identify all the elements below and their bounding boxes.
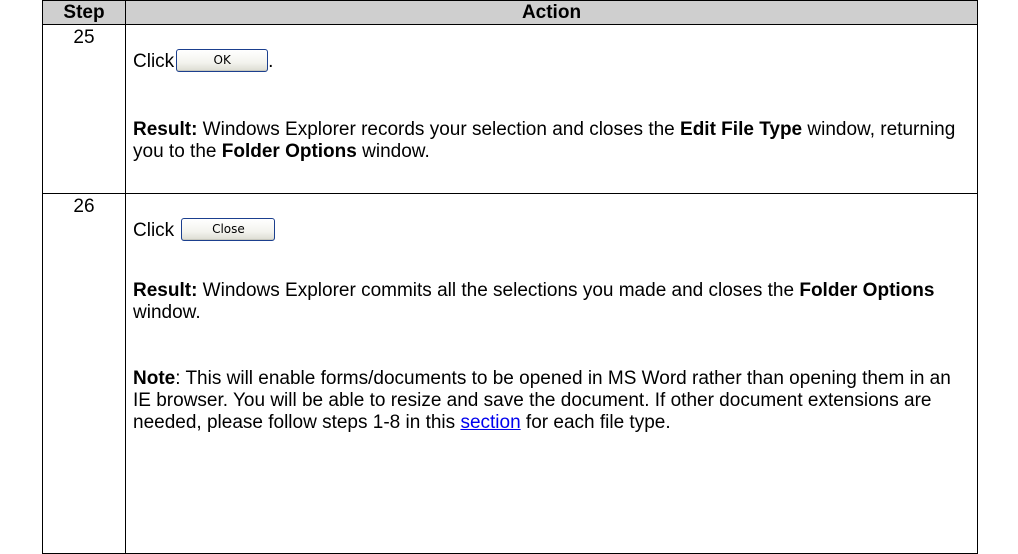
window-name: Edit File Type bbox=[680, 119, 803, 140]
document-page: Step Action 25 Click OK. Result: Windows … bbox=[0, 0, 1018, 554]
section-link[interactable]: section bbox=[460, 412, 520, 433]
note-label: Note bbox=[133, 368, 176, 389]
window-name: Folder Options bbox=[221, 141, 357, 162]
window-name: Folder Options bbox=[799, 280, 935, 301]
action-cell: Click Close Result: Windows Explorer com… bbox=[125, 193, 978, 554]
note-text: for each file type. bbox=[520, 412, 671, 433]
result-text: Windows Explorer records your selection … bbox=[197, 119, 681, 140]
table-row: 25 Click OK. Result: Windows Explorer rec… bbox=[42, 24, 978, 194]
table-row: 26 Click Close Result: Windows Explorer … bbox=[42, 193, 978, 554]
click-label: Click bbox=[133, 51, 175, 72]
trailing-period: . bbox=[268, 51, 274, 72]
step-number: 26 bbox=[42, 193, 126, 554]
step-number: 25 bbox=[42, 24, 126, 194]
steps-table: Step Action 25 Click OK. Result: Windows … bbox=[42, 0, 978, 554]
close-button-image: Close bbox=[181, 218, 276, 241]
result-text: window. bbox=[133, 302, 201, 323]
click-instruction: Click OK. bbox=[133, 43, 969, 73]
result-text: window. bbox=[356, 141, 430, 162]
step-column-header: Step bbox=[42, 0, 126, 25]
table-header-row: Step Action bbox=[42, 0, 978, 25]
result-paragraph: Result: Windows Explorer commits all the… bbox=[133, 280, 969, 324]
result-label: Result: bbox=[133, 280, 198, 301]
result-label: Result: bbox=[133, 119, 198, 140]
action-column-header: Action bbox=[125, 0, 978, 25]
click-label: Click bbox=[133, 220, 175, 241]
action-cell: Click OK. Result: Windows Explorer record… bbox=[125, 24, 978, 194]
result-paragraph: Result: Windows Explorer records your se… bbox=[133, 119, 969, 163]
click-instruction: Click Close bbox=[133, 212, 969, 242]
result-text: Windows Explorer commits all the selecti… bbox=[197, 280, 800, 301]
ok-button-image: OK bbox=[176, 49, 269, 72]
note-paragraph: Note: This will enable forms/documents t… bbox=[133, 368, 969, 434]
